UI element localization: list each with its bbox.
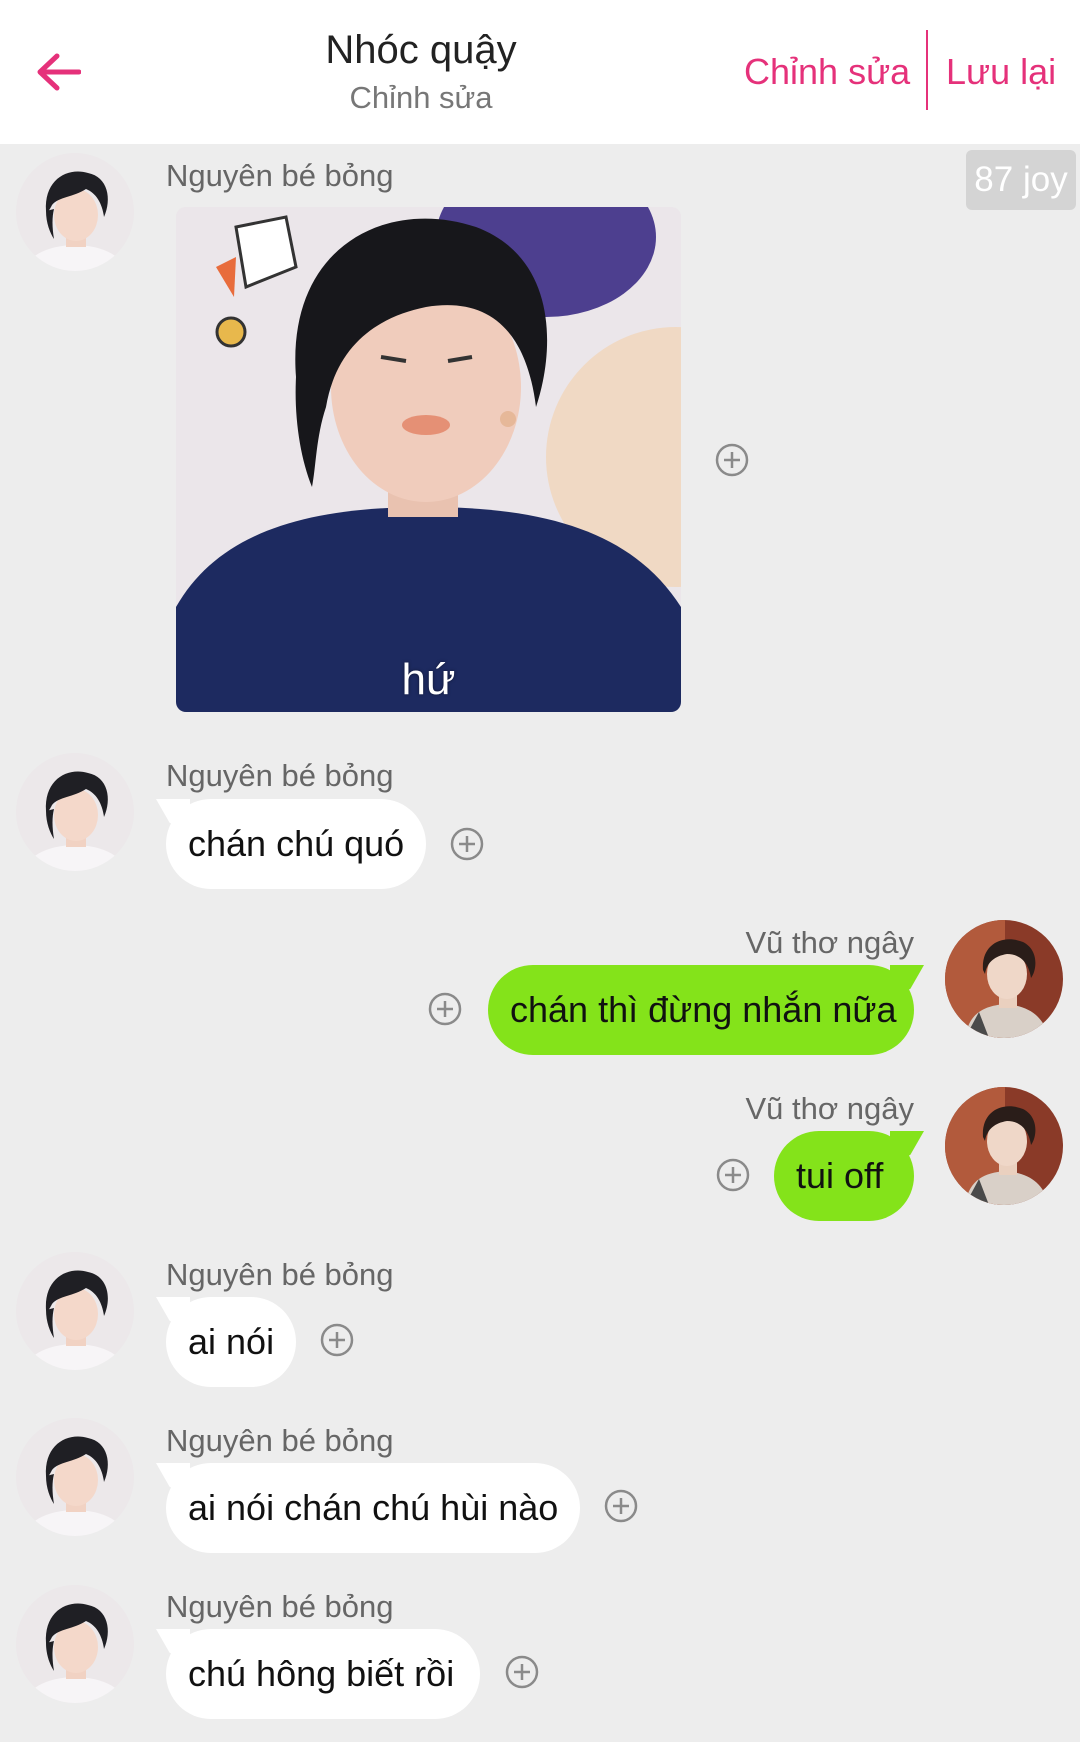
sticker-image[interactable]: hứ [176, 207, 681, 712]
add-reaction-icon[interactable] [715, 443, 749, 477]
add-reaction-icon[interactable] [505, 1655, 539, 1689]
sticker-caption: hứ [401, 655, 456, 704]
message-bubble[interactable]: tui off [774, 1131, 914, 1221]
avatar-image [16, 1418, 134, 1536]
avatar-vu[interactable] [945, 920, 1063, 1038]
avatar-image [945, 920, 1063, 1038]
add-reaction-icon[interactable] [450, 827, 484, 861]
avatar-image [16, 1585, 134, 1703]
joy-badge: 87 joy [966, 150, 1076, 210]
message-bubble[interactable]: ai nói chán chú hùi nào [166, 1463, 580, 1553]
sender-name: Nguyên bé bỏng [166, 158, 394, 193]
avatar-image [16, 1252, 134, 1370]
message-bubble[interactable]: chán chú quó [166, 799, 426, 889]
avatar-nguyen[interactable] [16, 753, 134, 871]
avatar-image [16, 753, 134, 871]
sender-name: Vũ thơ ngây [745, 1091, 914, 1126]
edit-button[interactable]: Chỉnh sửa [744, 50, 910, 94]
message-bubble[interactable]: chú hông biết rồi [166, 1629, 480, 1719]
add-reaction-icon[interactable] [604, 1489, 638, 1523]
avatar-image [16, 153, 134, 271]
page-title: Nhóc quậy [325, 28, 517, 72]
add-reaction-icon[interactable] [320, 1323, 354, 1357]
message-bubble[interactable]: chán thì đừng nhắn nữa [488, 965, 914, 1055]
avatar-nguyen[interactable] [16, 1418, 134, 1536]
top-bar: Nhóc quậy Chỉnh sửa Chỉnh sửa Lưu lại [0, 0, 1080, 144]
title-block: Nhóc quậy Chỉnh sửa [290, 26, 552, 118]
sender-name: Nguyên bé bỏng [166, 1589, 394, 1624]
message-bubble[interactable]: ai nói [166, 1297, 296, 1387]
sender-name: Nguyên bé bỏng [166, 1257, 394, 1292]
sender-name: Vũ thơ ngây [745, 925, 914, 960]
sender-name: Nguyên bé bỏng [166, 758, 394, 793]
page-subtitle: Chỉnh sửa [349, 80, 493, 115]
header-divider [926, 30, 928, 110]
sticker-illustration [176, 207, 681, 712]
avatar-image [945, 1087, 1063, 1205]
back-arrow-icon [37, 53, 81, 91]
avatar-nguyen[interactable] [16, 153, 134, 271]
add-reaction-icon[interactable] [716, 1158, 750, 1192]
sender-name: Nguyên bé bỏng [166, 1423, 394, 1458]
back-button[interactable] [30, 44, 86, 100]
save-button[interactable]: Lưu lại [946, 50, 1056, 94]
avatar-nguyen[interactable] [16, 1585, 134, 1703]
avatar-vu[interactable] [945, 1087, 1063, 1205]
avatar-nguyen[interactable] [16, 1252, 134, 1370]
add-reaction-icon[interactable] [428, 992, 462, 1026]
